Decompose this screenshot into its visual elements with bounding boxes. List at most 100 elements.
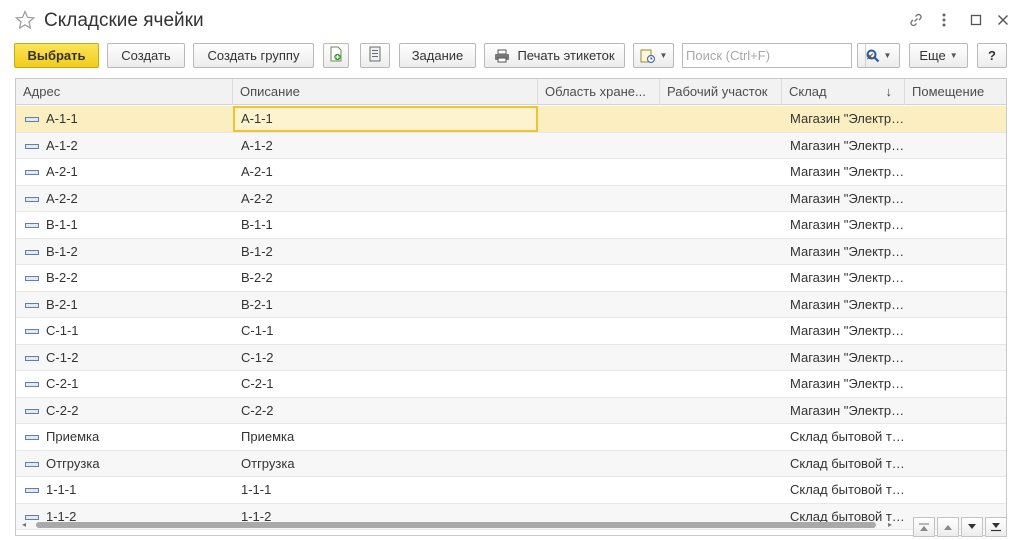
table-row[interactable]: 1-1-11-1-1 Склад бытовой техники (16, 477, 1006, 504)
scrollbar-thumb[interactable] (36, 522, 876, 528)
close-icon[interactable] (993, 10, 1013, 30)
cell-storage-area[interactable] (538, 133, 660, 159)
column-header-work-area[interactable]: Рабочий участок (660, 79, 782, 105)
table-row[interactable]: C-2-1C-2-1 Магазин "Электромир" (16, 371, 1006, 398)
cell-room[interactable] (905, 398, 1006, 424)
cell-storage-area[interactable] (538, 371, 660, 397)
last-page-button[interactable] (985, 517, 1007, 537)
column-header-warehouse[interactable]: Склад ↓ (782, 79, 905, 105)
page-up-button[interactable] (937, 517, 959, 537)
cell-address[interactable]: A-2-2 (16, 186, 233, 212)
scroll-left-icon[interactable]: ◂ (22, 520, 32, 530)
cell-work-area[interactable] (660, 451, 782, 477)
table-row[interactable]: C-2-2C-2-2 Магазин "Электромир" (16, 397, 1006, 424)
cell-address[interactable]: 1-1-1 (16, 477, 233, 503)
cell-address[interactable]: B-1-1 (16, 212, 233, 238)
star-icon[interactable] (14, 9, 36, 31)
cell-description[interactable]: A-1-2 (233, 133, 538, 159)
link-icon[interactable] (906, 10, 926, 30)
cell-work-area[interactable] (660, 106, 782, 132)
column-header-storage-area[interactable]: Область хране... (538, 79, 660, 105)
cell-storage-area[interactable] (538, 186, 660, 212)
cell-room[interactable] (905, 212, 1006, 238)
cell-address[interactable]: C-1-1 (16, 318, 233, 344)
cell-work-area[interactable] (660, 477, 782, 503)
table-row[interactable]: C-1-1C-1-1 Магазин "Электромир" (16, 318, 1006, 345)
cell-work-area[interactable] (660, 371, 782, 397)
cell-warehouse[interactable]: Магазин "Электромир" (782, 371, 905, 397)
cell-storage-area[interactable] (538, 265, 660, 291)
add-document-button[interactable] (323, 43, 349, 68)
cell-description[interactable]: B-2-2 (233, 265, 538, 291)
cell-description[interactable]: Отгрузка (233, 451, 538, 477)
cell-warehouse[interactable]: Магазин "Электромир" (782, 239, 905, 265)
cell-room[interactable] (905, 477, 1006, 503)
cell-work-area[interactable] (660, 265, 782, 291)
cell-storage-area[interactable] (538, 212, 660, 238)
page-down-button[interactable] (961, 517, 983, 537)
cell-description[interactable]: 1-1-1 (233, 477, 538, 503)
cell-storage-area[interactable] (538, 239, 660, 265)
cell-warehouse[interactable]: Магазин "Электромир" (782, 318, 905, 344)
cell-warehouse[interactable]: Магазин "Электромир" (782, 212, 905, 238)
cell-storage-area[interactable] (538, 318, 660, 344)
column-header-description[interactable]: Описание (233, 79, 538, 105)
cell-address[interactable]: C-2-2 (16, 398, 233, 424)
table-row[interactable]: B-1-2B-1-2 Магазин "Электромир" (16, 238, 1006, 265)
cell-address[interactable]: B-2-2 (16, 265, 233, 291)
cell-storage-area[interactable] (538, 345, 660, 371)
cell-warehouse[interactable]: Магазин "Электромир" (782, 292, 905, 318)
column-header-room[interactable]: Помещение (905, 79, 1006, 105)
create-button[interactable]: Создать (107, 43, 185, 68)
cell-description[interactable]: B-1-1 (233, 212, 538, 238)
cell-description[interactable]: C-1-2 (233, 345, 538, 371)
cell-description[interactable]: Приемка (233, 424, 538, 450)
cell-room[interactable] (905, 292, 1006, 318)
cell-warehouse[interactable]: Магазин "Электромир" (782, 265, 905, 291)
cell-room[interactable] (905, 424, 1006, 450)
table-row[interactable]: A-1-1A-1-1 Магазин "Электромир" (16, 106, 1006, 133)
cell-warehouse[interactable]: Склад бытовой техники (782, 451, 905, 477)
minimize-icon[interactable] (966, 10, 986, 30)
table-row[interactable]: A-2-2A-2-2 Магазин "Электромир" (16, 185, 1006, 212)
cell-storage-area[interactable] (538, 424, 660, 450)
cell-description[interactable]: B-2-1 (233, 292, 538, 318)
cell-room[interactable] (905, 265, 1006, 291)
select-button[interactable]: Выбрать (14, 43, 99, 68)
scroll-right-icon[interactable]: ▸ (882, 520, 892, 530)
column-header-address[interactable]: Адрес (16, 79, 233, 105)
cell-description[interactable]: B-1-2 (233, 239, 538, 265)
cell-work-area[interactable] (660, 239, 782, 265)
cell-address[interactable]: A-1-2 (16, 133, 233, 159)
table-row[interactable]: B-2-1B-2-1 Магазин "Электромир" (16, 291, 1006, 318)
cell-warehouse[interactable]: Магазин "Электромир" (782, 159, 905, 185)
cell-work-area[interactable] (660, 186, 782, 212)
cell-warehouse[interactable]: Магазин "Электромир" (782, 186, 905, 212)
more-button[interactable]: Еще ▼ (909, 43, 968, 68)
cell-work-area[interactable] (660, 133, 782, 159)
cell-address[interactable]: B-1-2 (16, 239, 233, 265)
cell-room[interactable] (905, 106, 1006, 132)
help-button[interactable]: ? (977, 43, 1007, 68)
cell-address[interactable]: C-1-2 (16, 345, 233, 371)
cell-address[interactable]: A-2-1 (16, 159, 233, 185)
search-input[interactable] (683, 44, 865, 67)
cell-storage-area[interactable] (538, 398, 660, 424)
cell-description[interactable]: C-2-1 (233, 371, 538, 397)
task-button[interactable]: Задание (399, 43, 476, 68)
cell-storage-area[interactable] (538, 292, 660, 318)
cell-work-area[interactable] (660, 398, 782, 424)
cell-address[interactable]: A-1-1 (16, 106, 233, 132)
create-group-button[interactable]: Создать группу (193, 43, 314, 68)
cell-storage-area[interactable] (538, 159, 660, 185)
cell-address[interactable]: B-2-1 (16, 292, 233, 318)
horizontal-scrollbar[interactable]: ◂ ▸ (22, 520, 892, 530)
cell-warehouse[interactable]: Магазин "Электромир" (782, 133, 905, 159)
cell-description[interactable]: C-2-2 (233, 398, 538, 424)
cell-room[interactable] (905, 133, 1006, 159)
cell-room[interactable] (905, 451, 1006, 477)
cell-warehouse[interactable]: Магазин "Электромир" (782, 398, 905, 424)
table-row[interactable]: A-1-2A-1-2 Магазин "Электромир" (16, 132, 1006, 159)
report-button[interactable]: ▼ (633, 43, 674, 68)
cell-warehouse[interactable]: Магазин "Электромир" (782, 345, 905, 371)
